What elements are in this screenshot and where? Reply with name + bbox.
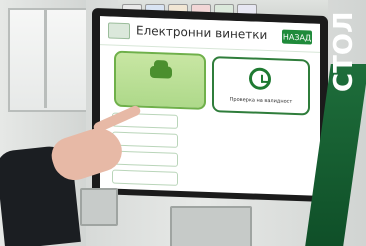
app-logo	[108, 22, 130, 40]
card-slot	[80, 188, 118, 226]
validity-check-tile[interactable]: Проверка на валидност	[212, 56, 310, 116]
background-window	[8, 8, 92, 112]
clock-icon	[249, 67, 271, 91]
vehicle-tile-label	[116, 91, 204, 94]
car-icon	[150, 65, 172, 79]
validity-tile-label: Проверка на валидност	[229, 96, 293, 105]
receipt-slot	[170, 206, 252, 246]
menu-item[interactable]	[112, 131, 178, 148]
vehicle-vignette-tile[interactable]	[114, 50, 206, 110]
window-divider	[44, 8, 47, 108]
photo: Електронни винетки НАЗАД Проверка на вал…	[0, 0, 366, 246]
menu-item[interactable]	[112, 169, 178, 186]
back-button[interactable]: НАЗАД	[282, 29, 312, 45]
side-sign-text: СТОЛ	[329, 11, 359, 92]
screen-title: Електронни винетки	[136, 23, 268, 43]
